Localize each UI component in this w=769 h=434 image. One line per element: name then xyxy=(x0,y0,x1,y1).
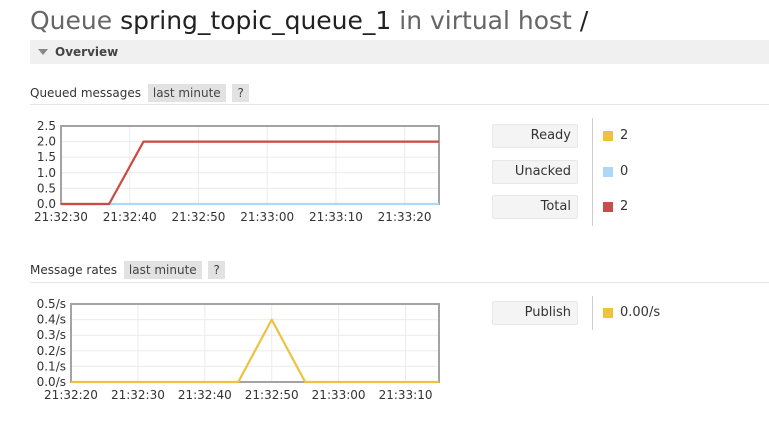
y-tick-label: 0.0/s xyxy=(37,375,66,389)
x-tick-label: 21:32:50 xyxy=(245,388,299,402)
plot-border xyxy=(70,303,440,383)
y-tick-label: 0.2/s xyxy=(37,344,66,358)
y-tick-label: 0.1/s xyxy=(37,359,66,373)
x-tick-label: 21:33:10 xyxy=(379,388,433,402)
y-tick-label: 0.4/s xyxy=(37,313,66,327)
y-tick-label: 0.3/s xyxy=(37,328,66,342)
legend-swatch-publish xyxy=(603,308,613,318)
legend-label-publish: Publish xyxy=(492,301,578,325)
message-rates-chart: 0.0/s 0.1/s0.2/s 0.3/s0.4/s 0.5/s 21:32:20 21… xyxy=(37,297,440,402)
legend-value-publish: 0.00/s xyxy=(620,305,661,320)
x-tick-label: 21:33:00 xyxy=(312,388,366,402)
x-tick-label: 21:32:40 xyxy=(178,388,232,402)
y-tick-label: 0.5/s xyxy=(37,297,66,311)
legend-separator xyxy=(592,296,593,330)
x-tick-label: 21:32:20 xyxy=(44,388,98,402)
x-tick-label: 21:32:30 xyxy=(111,388,165,402)
